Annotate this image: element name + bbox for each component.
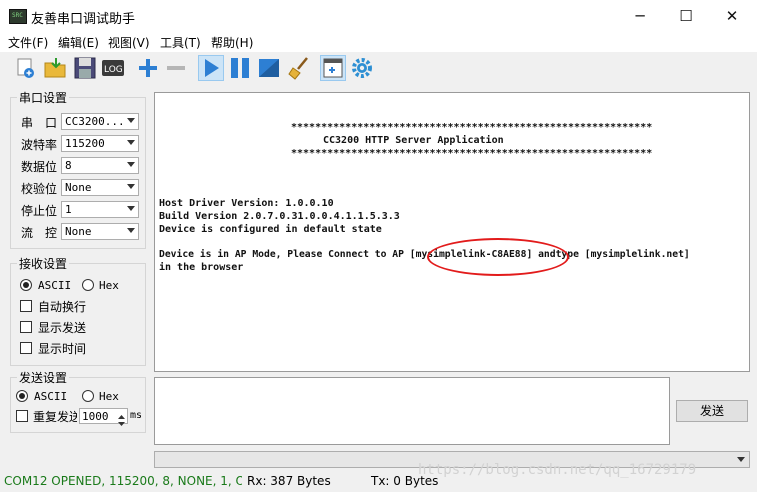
chevron-down-icon [127,118,135,123]
minimize-icon: ─ [635,7,645,25]
receive-line-heading: CC3200 HTTP Server Application [323,135,504,146]
receive-ascii-label: ASCII [38,279,72,292]
receive-line-driver: Host Driver Version: 1.0.0.10 [159,198,334,209]
repeat-interval-value: 1000 [82,410,109,423]
repeat-interval-input[interactable]: 1000 [79,408,128,426]
title-bar: SRC 友善串口调试助手 ─ ☐ ✕ [0,0,757,32]
port-status: COM12 OPENED, 115200, 8, NONE, 1, OFF [4,474,242,488]
repeat-send-label: 重复发送 [33,410,77,424]
field-label-parity: 校验位 [21,182,58,196]
field-label-port: 串 口 [21,116,58,130]
show-time-checkbox[interactable] [20,342,32,354]
pause-icon[interactable] [227,55,253,81]
send-button[interactable]: 发送 [676,400,748,422]
baud-value: 115200 [65,137,105,150]
app-icon-text: SRC [12,12,23,19]
flow-select[interactable]: None [61,223,139,240]
parity-select[interactable]: None [61,179,139,196]
receive-settings-title: 接收设置 [17,255,70,272]
parity-value: None [65,181,92,194]
send-text-area[interactable] [154,377,670,445]
databits-value: 8 [65,159,72,172]
stop-icon[interactable] [256,55,282,81]
chevron-down-icon [127,206,135,211]
log-icon-label: LOG [104,65,123,75]
clear-broom-icon[interactable] [287,55,313,81]
toolbar: LOG [0,52,757,84]
port-select[interactable]: CC3200... [61,113,139,130]
highlight-annotation [427,238,569,276]
window-title: 友善串口调试助手 [31,12,136,27]
chevron-down-icon [127,228,135,233]
send-hex-radio[interactable] [82,390,94,402]
spin-down-icon[interactable] [117,417,126,426]
settings-gear-icon[interactable] [349,55,375,81]
spin-up-icon[interactable] [117,410,126,419]
close-icon: ✕ [725,7,739,25]
watermark: https://blog.csdn.net/qq_16729179 [418,462,697,478]
menu-bar: 文件(F) 编辑(E) 视图(V) 工具(T) 帮助(H) [0,32,757,52]
send-hex-label: Hex [99,390,119,403]
receive-hex-radio[interactable] [82,279,94,291]
field-label-databits: 数据位 [21,160,58,174]
flow-value: None [65,225,92,238]
open-folder-icon[interactable] [42,55,68,81]
menu-view[interactable]: 视图(V) [108,34,150,51]
chevron-down-icon [737,457,745,462]
receive-line-browser: in the browser [159,262,244,273]
show-send-checkbox[interactable] [20,321,32,333]
send-ascii-radio[interactable] [16,390,28,402]
field-label-stopbits: 停止位 [21,204,58,218]
port-value: CC3200... [65,115,125,128]
chevron-down-icon [127,184,135,189]
minimize-button[interactable]: ─ [617,0,663,32]
send-settings-title: 发送设置 [17,369,70,386]
remove-icon[interactable] [163,55,189,81]
receive-ascii-radio[interactable] [20,279,32,291]
menu-file[interactable]: 文件(F) [8,34,48,51]
chevron-down-icon [127,162,135,167]
add-window-icon[interactable] [320,55,346,81]
receive-line-stars-bottom: ****************************************… [291,148,653,159]
rx-count: Rx: 387 Bytes [247,474,331,488]
app-icon: SRC [9,9,27,24]
auto-newline-label: 自动换行 [38,300,87,314]
receive-line-ap-mode: Device is in AP Mode, Please Connect to … [159,249,690,260]
field-label-baud: 波特率 [21,138,58,152]
menu-tools[interactable]: 工具(T) [160,34,201,51]
auto-newline-checkbox[interactable] [20,300,32,312]
field-label-flow: 流 控 [21,226,58,240]
close-button[interactable]: ✕ [709,0,755,32]
receive-hex-label: Hex [99,279,119,292]
databits-select[interactable]: 8 [61,157,139,174]
menu-help[interactable]: 帮助(H) [211,34,253,51]
serial-settings-title: 串口设置 [17,89,70,106]
receive-line-stars-top: ****************************************… [291,122,653,133]
chevron-down-icon [127,140,135,145]
maximize-icon: ☐ [679,7,693,25]
stopbits-select[interactable]: 1 [61,201,139,218]
receive-line-config: Device is configured in default state [159,224,382,235]
receive-text-area[interactable]: ****************************************… [154,92,750,372]
log-icon[interactable]: LOG [100,55,126,81]
show-send-label: 显示发送 [38,321,87,335]
play-icon[interactable] [198,55,224,81]
new-connection-icon[interactable] [12,55,38,81]
send-ascii-label: ASCII [34,390,68,403]
maximize-button[interactable]: ☐ [663,0,709,32]
menu-edit[interactable]: 编辑(E) [58,34,99,51]
show-time-label: 显示时间 [38,342,87,356]
add-icon[interactable] [135,55,161,81]
receive-line-build: Build Version 2.0.7.0.31.0.0.4.1.1.5.3.3 [159,211,400,222]
save-icon[interactable] [72,55,98,81]
repeat-send-checkbox[interactable] [16,410,28,422]
stopbits-value: 1 [65,203,72,216]
repeat-unit: ms [130,410,143,421]
baud-select[interactable]: 115200 [61,135,139,152]
